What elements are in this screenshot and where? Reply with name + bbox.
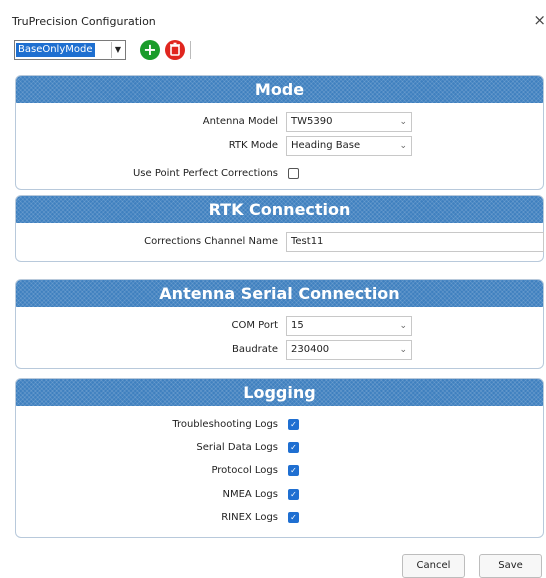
chevron-down-icon: ⌄ <box>399 117 407 127</box>
serial-connection-header: Antenna Serial Connection <box>16 280 543 307</box>
baudrate-label: Baudrate <box>232 344 278 355</box>
logging-panel: Logging Troubleshooting Logs ✓ Serial Da… <box>15 378 544 538</box>
antenna-model-select[interactable]: TW5390 ⌄ <box>286 112 412 132</box>
title-bar: TruPrecision Configuration × <box>0 0 546 36</box>
baudrate-value: 230400 <box>291 344 330 355</box>
protocol-logs-checkbox[interactable]: ✓ <box>288 465 299 476</box>
channel-name-input[interactable]: Test11 <box>286 232 544 252</box>
chevron-down-icon: ⌄ <box>399 321 407 331</box>
log-row: Protocol Logs <box>16 461 278 481</box>
window-title: TruPrecision Configuration <box>12 15 156 28</box>
chevron-down-icon: ⌄ <box>399 345 407 355</box>
com-port-value: 15 <box>291 320 304 331</box>
ppp-checkbox[interactable] <box>288 168 299 179</box>
channel-name-value: Test11 <box>291 236 324 247</box>
antenna-model-label: Antenna Model <box>202 116 278 127</box>
toolbar-divider <box>190 41 191 59</box>
log-row: RINEX Logs <box>16 508 278 528</box>
log-label: RINEX Logs <box>221 512 278 523</box>
plus-circle-icon[interactable]: + <box>140 40 160 60</box>
save-button[interactable]: Save <box>479 554 542 578</box>
ppp-label: Use Point Perfect Corrections <box>132 168 278 179</box>
antenna-model-row: Antenna Model <box>16 112 278 132</box>
rtk-connection-header: RTK Connection <box>16 196 543 223</box>
trash-icon[interactable] <box>165 40 185 60</box>
rtk-mode-value: Heading Base <box>291 140 361 151</box>
mode-panel-header: Mode <box>16 76 543 103</box>
troubleshooting-logs-checkbox[interactable]: ✓ <box>288 419 299 430</box>
log-row: Troubleshooting Logs <box>16 415 278 435</box>
baudrate-row: Baudrate <box>16 340 278 360</box>
trash-icon-glyph <box>170 42 180 56</box>
com-port-label: COM Port <box>231 320 278 331</box>
chevron-down-icon[interactable]: ▼ <box>111 42 124 58</box>
baudrate-select[interactable]: 230400 ⌄ <box>286 340 412 360</box>
serial-data-logs-checkbox[interactable]: ✓ <box>288 442 299 453</box>
rtk-connection-panel: RTK Connection Corrections Channel Name … <box>15 195 544 262</box>
logging-header: Logging <box>16 379 543 406</box>
toolbar: BaseOnlyMode ▼ + <box>14 40 544 62</box>
log-label: Troubleshooting Logs <box>172 419 278 430</box>
log-row: Serial Data Logs <box>16 438 278 458</box>
config-mode-select[interactable]: BaseOnlyMode ▼ <box>14 40 126 60</box>
antenna-model-value: TW5390 <box>291 116 333 127</box>
ppp-row: Use Point Perfect Corrections <box>16 164 278 184</box>
com-port-select[interactable]: 15 ⌄ <box>286 316 412 336</box>
close-icon[interactable]: × <box>533 11 546 29</box>
config-mode-value: BaseOnlyMode <box>16 43 95 57</box>
channel-label: Corrections Channel Name <box>144 236 278 247</box>
log-label: Serial Data Logs <box>196 442 278 453</box>
log-row: NMEA Logs <box>16 485 278 505</box>
cancel-button[interactable]: Cancel <box>402 554 465 578</box>
rtk-mode-select[interactable]: Heading Base ⌄ <box>286 136 412 156</box>
log-label: NMEA Logs <box>222 489 278 500</box>
channel-row: Corrections Channel Name <box>16 232 278 252</box>
rinex-logs-checkbox[interactable]: ✓ <box>288 512 299 523</box>
chevron-down-icon: ⌄ <box>399 141 407 151</box>
nmea-logs-checkbox[interactable]: ✓ <box>288 489 299 500</box>
com-port-row: COM Port <box>16 316 278 336</box>
log-label: Protocol Logs <box>211 465 278 476</box>
serial-connection-panel: Antenna Serial Connection COM Port 15 ⌄ … <box>15 279 544 369</box>
rtk-mode-label: RTK Mode <box>228 140 278 151</box>
mode-panel: Mode Antenna Model TW5390 ⌄ RTK Mode Hea… <box>15 75 544 190</box>
rtk-mode-row: RTK Mode <box>16 136 278 156</box>
